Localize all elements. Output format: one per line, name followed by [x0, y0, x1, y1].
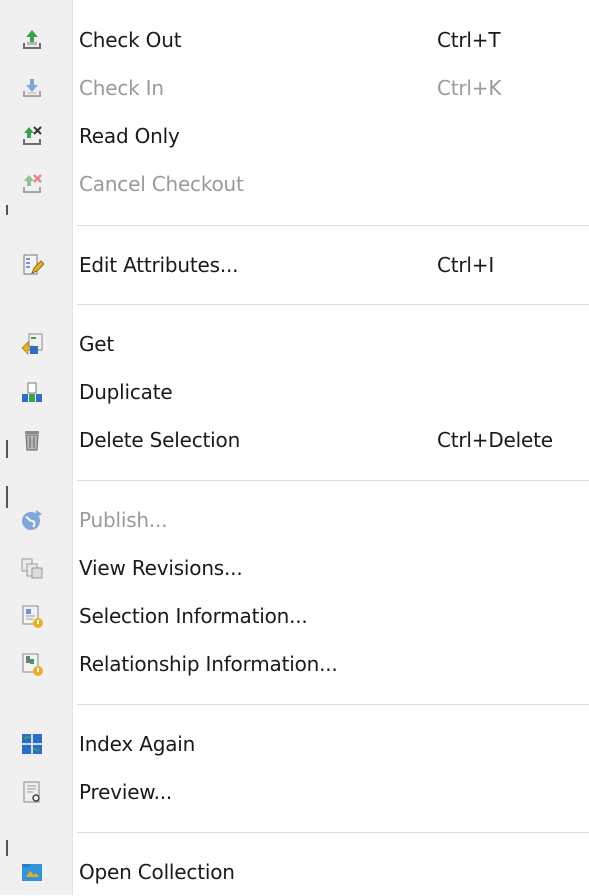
menu-separator [77, 480, 589, 481]
menu-item-index-again[interactable]: Index Again [0, 720, 589, 768]
menu-item-cancel-checkout[interactable]: Cancel Checkout [0, 160, 589, 208]
menu-item-edit-attributes[interactable]: Edit Attributes... Ctrl+I [0, 241, 589, 289]
menu-item-label: Relationship Information... [79, 652, 338, 676]
index-again-icon [20, 732, 44, 756]
menu-item-label: Read Only [79, 124, 180, 148]
menu-separator [77, 225, 589, 226]
cancel-checkout-icon [20, 172, 44, 196]
relationship-info-icon [20, 652, 44, 676]
menu-item-relationship-information[interactable]: Relationship Information... [0, 640, 589, 688]
read-only-icon [20, 124, 44, 148]
menu-item-label: Preview... [79, 780, 173, 804]
menu-item-label: View Revisions... [79, 556, 243, 580]
menu-item-label: Duplicate [79, 380, 173, 404]
menu-item-label: Selection Information... [79, 604, 308, 628]
menu-item-delete-selection[interactable]: Delete Selection Ctrl+Delete [0, 416, 589, 464]
menu-item-view-revisions[interactable]: View Revisions... [0, 544, 589, 592]
context-menu: Check Out Ctrl+T Check In Ctrl+K Read On… [0, 0, 589, 895]
menu-item-label: Open Collection [79, 860, 235, 884]
menu-item-label: Publish... [79, 508, 168, 532]
menu-item-shortcut: Ctrl+T [437, 28, 501, 52]
menu-item-label: Delete Selection [79, 428, 241, 452]
menu-item-shortcut: Ctrl+Delete [437, 428, 553, 452]
menu-separator [77, 304, 589, 305]
menu-item-get[interactable]: Get [0, 320, 589, 368]
selection-info-icon [20, 604, 44, 628]
menu-item-check-in[interactable]: Check In Ctrl+K [0, 64, 589, 112]
menu-item-read-only[interactable]: Read Only [0, 112, 589, 160]
edit-attributes-icon [20, 253, 44, 277]
menu-item-label: Check In [79, 76, 164, 100]
folder-icon [20, 860, 44, 884]
menu-item-open-collection[interactable]: Open Collection [0, 848, 589, 896]
get-icon [20, 332, 44, 356]
trash-icon [20, 428, 44, 452]
menu-separator [77, 832, 589, 833]
view-revisions-icon [20, 556, 44, 580]
menu-item-selection-information[interactable]: Selection Information... [0, 592, 589, 640]
menu-item-check-out[interactable]: Check Out Ctrl+T [0, 16, 589, 64]
menu-item-label: Index Again [79, 732, 196, 756]
menu-item-label: Get [79, 332, 115, 356]
duplicate-icon [20, 380, 44, 404]
menu-item-label: Cancel Checkout [79, 172, 244, 196]
menu-item-publish[interactable]: Publish... [0, 496, 589, 544]
menu-item-preview[interactable]: Preview... [0, 768, 589, 816]
preview-icon [20, 780, 44, 804]
menu-item-shortcut: Ctrl+K [437, 76, 502, 100]
menu-item-shortcut: Ctrl+I [437, 253, 495, 277]
menu-separator [77, 704, 589, 705]
menu-item-label: Check Out [79, 28, 182, 52]
check-in-icon [20, 76, 44, 100]
check-out-icon [20, 28, 44, 52]
menu-item-duplicate[interactable]: Duplicate [0, 368, 589, 416]
menu-item-label: Edit Attributes... [79, 253, 239, 277]
publish-globe-icon [20, 508, 44, 532]
